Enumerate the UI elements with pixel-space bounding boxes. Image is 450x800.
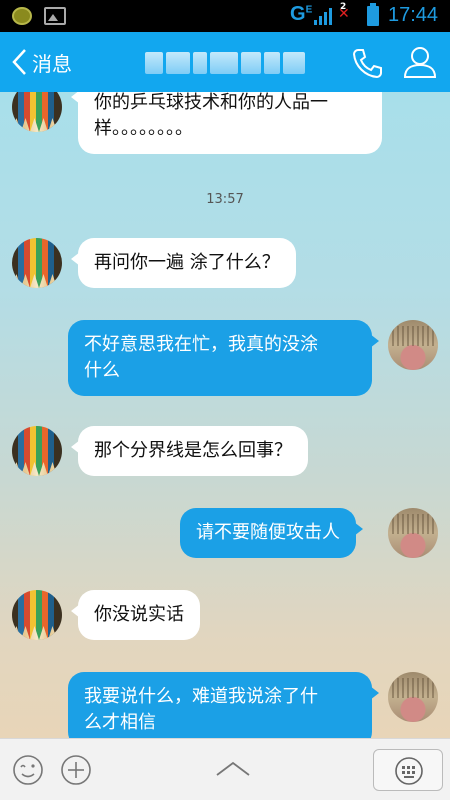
keyboard-toggle-button[interactable]	[373, 749, 443, 791]
battery-icon	[367, 3, 379, 26]
my-avatar[interactable]	[388, 672, 438, 722]
message-text: 再问你一遍 涂了什么？	[94, 252, 280, 273]
message-bubble-incoming[interactable]: 那个分界线是怎么回事？	[71, 426, 308, 476]
my-avatar[interactable]	[388, 320, 438, 370]
phone-call-icon[interactable]	[350, 46, 384, 80]
message-text: 么才相信	[84, 712, 156, 733]
contact-profile-icon[interactable]	[402, 44, 438, 80]
back-button[interactable]: 消息	[10, 45, 72, 79]
image-notification-icon	[44, 7, 66, 25]
chat-messages[interactable]: 你的乒乓球技术和你的人品一 样。。。。。。。。 13:57 再问你一遍 涂了什么…	[0, 92, 450, 738]
message-text: 不好意思我在忙，我真的没涂	[84, 334, 318, 355]
message-text: 那个分界线是怎么回事？	[94, 440, 292, 461]
chevron-left-icon	[12, 49, 26, 75]
chevron-up-icon[interactable]	[214, 759, 252, 779]
clock: 17:44	[388, 4, 439, 26]
message-bubble-incoming[interactable]: 你没说实话	[71, 590, 200, 640]
message-text: 请不要随便攻击人	[196, 522, 340, 543]
chat-header: 消息	[0, 32, 450, 92]
signal-icon	[314, 8, 332, 25]
message-bubble-outgoing[interactable]: 请不要随便攻击人	[180, 508, 363, 558]
no-signal-sim2-icon: 2 ✕	[338, 2, 350, 22]
contact-name-blurred	[145, 52, 305, 74]
status-bar: GE 2 ✕ 17:44	[0, 0, 450, 32]
message-bubble-outgoing[interactable]: 不好意思我在忙，我真的没涂 什么	[68, 320, 379, 396]
plus-icon[interactable]	[60, 754, 92, 786]
message-text: 样。。。。。。。。	[94, 118, 193, 139]
emoji-icon[interactable]	[12, 754, 44, 786]
message-bubble-incoming[interactable]: 你的乒乓球技术和你的人品一 样。。。。。。。。	[71, 92, 382, 154]
my-avatar[interactable]	[388, 508, 438, 558]
network-type: GE	[290, 3, 313, 25]
message-bubble-outgoing[interactable]: 我要说什么，难道我说涂了什 么才相信	[68, 672, 379, 738]
message-timestamp: 13:57	[206, 192, 244, 207]
contact-avatar[interactable]	[12, 590, 62, 640]
app-notification-icon	[12, 7, 32, 25]
back-label: 消息	[32, 51, 72, 76]
message-text: 你没说实话	[94, 604, 184, 625]
contact-avatar[interactable]	[12, 92, 62, 132]
keyboard-icon	[395, 757, 423, 785]
message-text: 什么	[84, 360, 120, 381]
message-text: 你的乒乓球技术和你的人品一	[94, 92, 328, 113]
message-bubble-incoming[interactable]: 再问你一遍 涂了什么？	[71, 238, 296, 288]
input-toolbar	[0, 738, 450, 800]
contact-avatar[interactable]	[12, 238, 62, 288]
message-text: 我要说什么，难道我说涂了什	[84, 686, 318, 707]
contact-avatar[interactable]	[12, 426, 62, 476]
